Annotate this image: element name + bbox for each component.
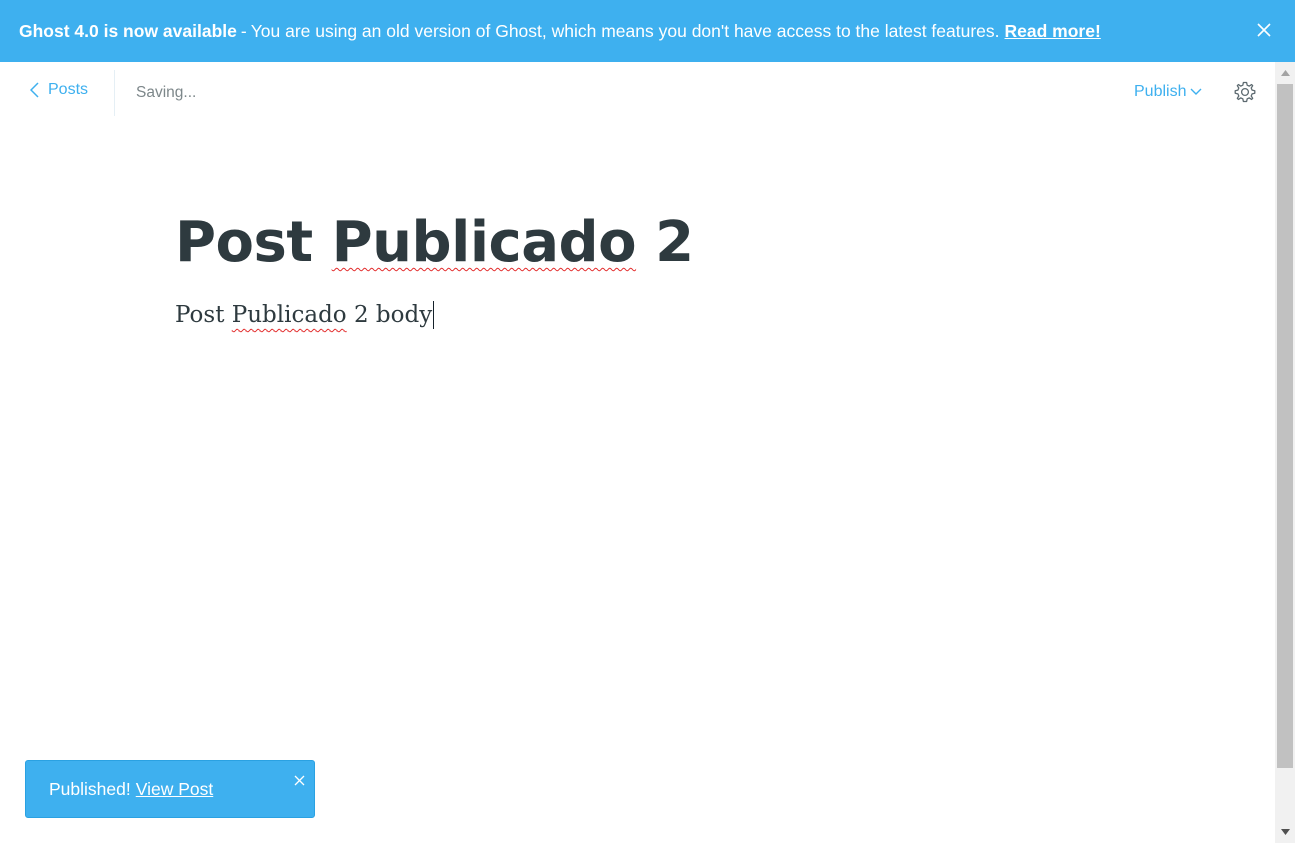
chevron-down-icon (1190, 88, 1202, 95)
body-misspelled-word: Publicado (231, 302, 347, 328)
close-icon[interactable] (294, 770, 305, 786)
read-more-link[interactable]: Read more! (1005, 21, 1101, 42)
banner-message: You are using an old version of Ghost, w… (250, 20, 1000, 41)
banner-title: Ghost 4.0 is now available (19, 20, 237, 41)
notification-message: Published! (49, 778, 131, 799)
post-title-input[interactable]: Post Publicado 2 (175, 205, 1175, 281)
back-to-posts-link[interactable]: Posts (30, 81, 88, 99)
scroll-up-arrow-icon[interactable] (1275, 64, 1295, 82)
gear-icon[interactable] (1233, 80, 1257, 104)
banner-separator: - (240, 20, 247, 41)
save-status: Saving... (136, 84, 197, 101)
toolbar-divider (114, 70, 115, 116)
title-word: 2 (655, 210, 694, 275)
publish-label: Publish (1134, 83, 1187, 100)
editor-toolbar: Posts Saving... Publish (0, 62, 1275, 124)
post-body-editor[interactable]: Post Publicado 2 body (175, 301, 1175, 329)
back-label: Posts (48, 81, 89, 98)
view-post-link[interactable]: View Post (136, 779, 214, 800)
text-caret (433, 301, 435, 329)
body-word: Post (175, 302, 225, 328)
upgrade-banner: Ghost 4.0 is now available - You are usi… (0, 0, 1295, 62)
title-misspelled-word: Publicado (331, 210, 637, 275)
chevron-left-icon (30, 82, 39, 98)
scroll-down-arrow-icon[interactable] (1275, 823, 1295, 841)
post-editor: Post Publicado 2 Post Publicado 2 body (175, 205, 1175, 329)
published-notification: Published! View Post (25, 760, 315, 818)
scrollbar-thumb[interactable] (1277, 84, 1293, 768)
vertical-scrollbar[interactable] (1275, 62, 1295, 843)
body-text: 2 body (353, 302, 433, 328)
title-word: Post (175, 210, 313, 275)
close-icon[interactable] (1255, 21, 1273, 39)
publish-menu-button[interactable]: Publish (1134, 83, 1202, 101)
